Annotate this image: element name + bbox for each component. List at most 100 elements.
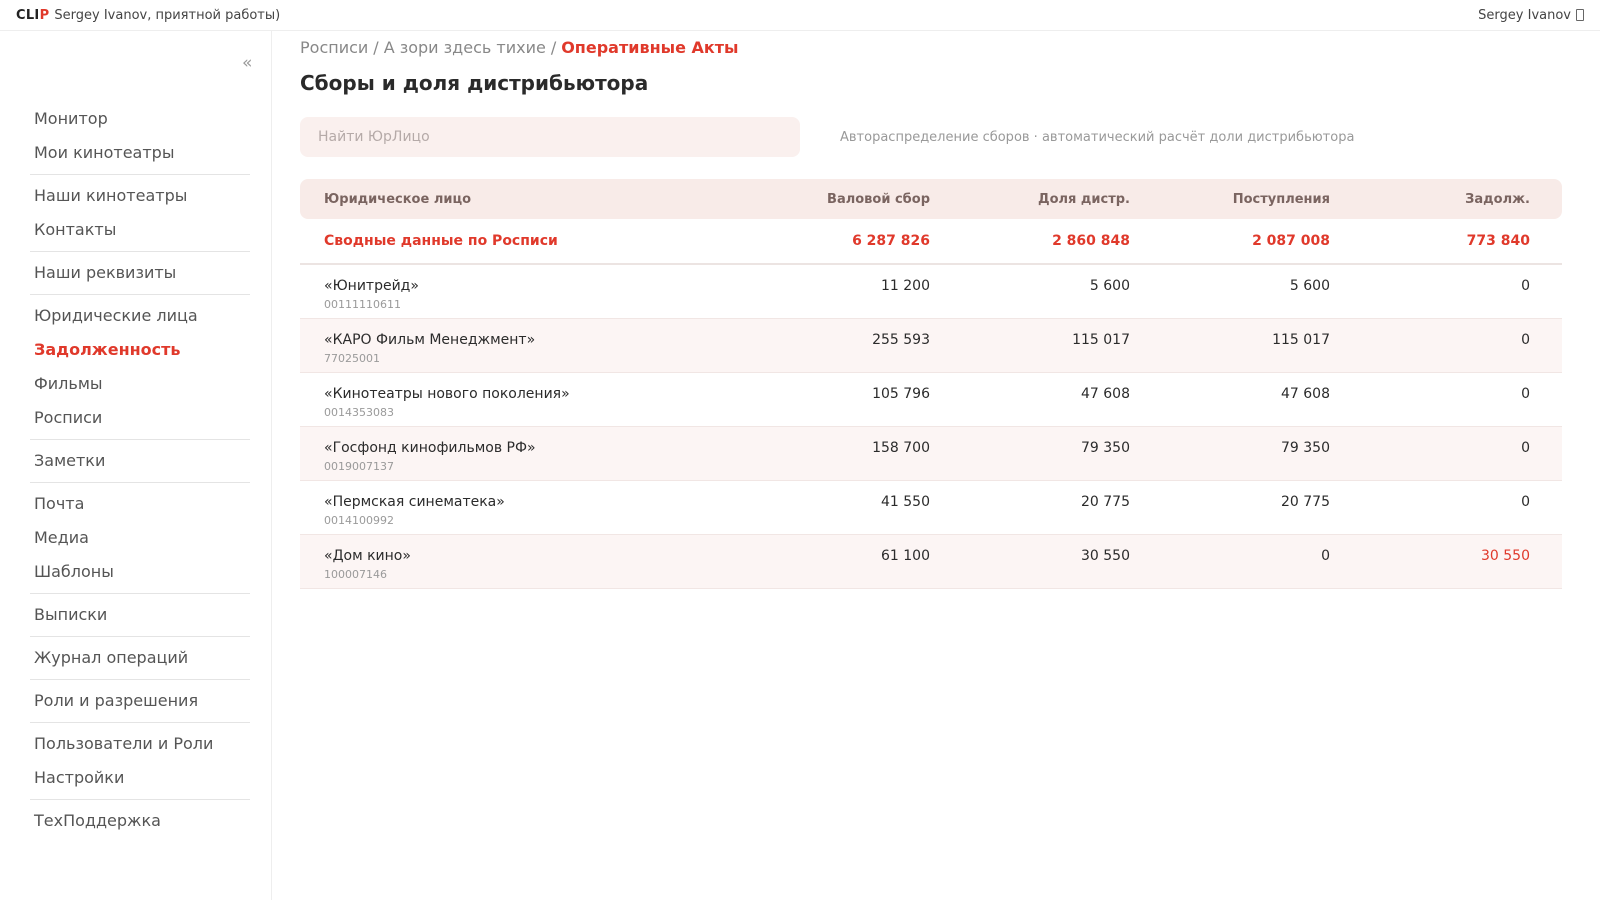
nav-group: Журнал операций — [30, 637, 250, 680]
gross-cell: 41 550 — [881, 494, 930, 510]
user-name: Sergey Ivanov — [1478, 7, 1571, 23]
received-cell: 47 608 — [1281, 386, 1330, 402]
summary-debt: 773 840 — [1466, 233, 1530, 249]
entity-cell: «Госфонд кинофильмов РФ» 0019007137 — [300, 439, 730, 476]
sidebar-item-operations-log[interactable]: Журнал операций — [30, 641, 250, 675]
entity-name[interactable]: «Кинотеатры нового поколения» — [324, 385, 730, 403]
sidebar-item-monitor[interactable]: Монитор — [30, 102, 250, 136]
sidebar: « Монитор Мои кинотеатры Наши кинотеатры… — [0, 31, 272, 900]
entity-name[interactable]: «Госфонд кинофильмов РФ» — [324, 439, 730, 457]
summary-gross: 6 287 826 — [852, 233, 930, 249]
nav-group: Пользователи и Роли Настройки — [30, 723, 250, 800]
user-menu[interactable]: Sergey Ivanov — [1478, 8, 1584, 23]
sidebar-item-tech-support[interactable]: ТехПоддержка — [30, 804, 250, 838]
nav-group: Юридические лица Задолженность Фильмы Ро… — [30, 295, 250, 440]
table-row[interactable]: «Госфонд кинофильмов РФ» 0019007137 158 … — [300, 427, 1562, 481]
entity-code: 0014100992 — [324, 514, 394, 527]
user-icon — [1576, 9, 1584, 21]
table-row[interactable]: «Юнитрейд» 00111110611 11 200 5 600 5 60… — [300, 265, 1562, 319]
sidebar-item-debt[interactable]: Задолженность — [30, 333, 250, 367]
entity-cell: «КАРО Фильм Менеджмент» 77025001 — [300, 331, 730, 368]
collapse-sidebar-icon[interactable]: « — [242, 53, 252, 73]
nav-group: Выписки — [30, 594, 250, 637]
entity-code: 0014353083 — [324, 406, 394, 419]
summary-share: 2 860 848 — [1052, 233, 1130, 249]
column-header-debt[interactable]: Задолж. — [1330, 192, 1550, 207]
received-cell: 79 350 — [1281, 440, 1330, 456]
nav-group: ТехПоддержка — [30, 800, 250, 842]
sidebar-item-contacts[interactable]: Контакты — [30, 213, 250, 247]
table-row[interactable]: «Пермская синематека» 0014100992 41 550 … — [300, 481, 1562, 535]
debt-cell: 0 — [1521, 332, 1530, 348]
column-header-share[interactable]: Доля дистр. — [930, 192, 1130, 207]
entity-code: 77025001 — [324, 352, 380, 365]
summary-row: Сводные данные по Росписи 6 287 826 2 86… — [300, 219, 1562, 265]
table-header: Юридическое лицо Валовой сбор Доля дистр… — [300, 179, 1562, 219]
column-header-gross[interactable]: Валовой сбор — [730, 192, 930, 207]
greeting-text: Sergey Ivanov, приятной работы) — [54, 7, 281, 23]
debt-cell: 0 — [1521, 278, 1530, 294]
sidebar-item-roles-permissions[interactable]: Роли и разрешения — [30, 684, 250, 718]
sidebar-item-my-cinemas[interactable]: Мои кинотеатры — [30, 136, 250, 170]
app-logo[interactable]: CLIP — [16, 8, 49, 23]
breadcrumb-item-film[interactable]: А зори здесь тихие — [384, 38, 546, 57]
revenue-table: Юридическое лицо Валовой сбор Доля дистр… — [300, 179, 1562, 589]
sidebar-item-templates[interactable]: Шаблоны — [30, 555, 250, 589]
entity-code: 00111110611 — [324, 298, 401, 311]
sidebar-item-notes[interactable]: Заметки — [30, 444, 250, 478]
main-content: Росписи / А зори здесь тихие / Оперативные А… — [300, 31, 1562, 589]
sidebar-item-settings[interactable]: Настройки — [30, 761, 250, 795]
breadcrumb-item-schedules[interactable]: Росписи — [300, 38, 368, 57]
entity-name[interactable]: «Юнитрейд» — [324, 277, 730, 295]
entity-cell: «Юнитрейд» 00111110611 — [300, 277, 730, 314]
table-row[interactable]: «Кинотеатры нового поколения» 0014353083… — [300, 373, 1562, 427]
gross-cell: 11 200 — [881, 278, 930, 294]
page-title: Сборы и доля дистрибьютора — [300, 71, 649, 95]
nav-group: Заметки — [30, 440, 250, 483]
share-cell: 47 608 — [1081, 386, 1130, 402]
sidebar-nav: Монитор Мои кинотеатры Наши кинотеатры К… — [30, 102, 250, 842]
sidebar-item-schedules[interactable]: Росписи — [30, 401, 250, 435]
debt-cell: 0 — [1521, 386, 1530, 402]
share-cell: 115 017 — [1072, 332, 1130, 348]
sidebar-item-media[interactable]: Медиа — [30, 521, 250, 555]
summary-received: 2 087 008 — [1252, 233, 1330, 249]
summary-label: Сводные данные по Росписи — [324, 233, 558, 249]
debt-cell: 30 550 — [1481, 548, 1530, 564]
nav-group: Роли и разрешения — [30, 680, 250, 723]
entity-cell: «Кинотеатры нового поколения» 0014353083 — [300, 385, 730, 422]
sidebar-item-legal-entities[interactable]: Юридические лица — [30, 299, 250, 333]
entity-code: 100007146 — [324, 568, 387, 581]
entity-cell: «Дом кино» 100007146 — [300, 547, 730, 584]
received-cell: 20 775 — [1281, 494, 1330, 510]
table-row[interactable]: «Дом кино» 100007146 61 100 30 550 0 30 … — [300, 535, 1562, 589]
entity-cell: «Пермская синематека» 0014100992 — [300, 493, 730, 530]
table-row[interactable]: «КАРО Фильм Менеджмент» 77025001 255 593… — [300, 319, 1562, 373]
entity-code: 0019007137 — [324, 460, 394, 473]
share-cell: 30 550 — [1081, 548, 1130, 564]
sidebar-item-our-requisites[interactable]: Наши реквизиты — [30, 256, 250, 290]
debt-cell: 0 — [1521, 494, 1530, 510]
sidebar-item-our-cinemas[interactable]: Наши кинотеатры — [30, 179, 250, 213]
sidebar-item-films[interactable]: Фильмы — [30, 367, 250, 401]
entity-name[interactable]: «Дом кино» — [324, 547, 730, 565]
column-header-entity[interactable]: Юридическое лицо — [300, 192, 730, 207]
breadcrumb-current: Оперативные Акты — [561, 38, 739, 57]
column-header-received[interactable]: Поступления — [1130, 192, 1330, 207]
gross-cell: 255 593 — [872, 332, 930, 348]
auto-distribution-hint: Автораспределение сборов · автоматически… — [840, 129, 1355, 145]
toolbar: Автораспределение сборов · автоматически… — [300, 117, 1562, 157]
entity-name[interactable]: «Пермская синематека» — [324, 493, 730, 511]
sidebar-item-users-roles[interactable]: Пользователи и Роли — [30, 727, 250, 761]
debt-cell: 0 — [1521, 440, 1530, 456]
sidebar-item-statements[interactable]: Выписки — [30, 598, 250, 632]
search-input[interactable] — [300, 117, 800, 157]
nav-group: Монитор Мои кинотеатры — [30, 102, 250, 175]
gross-cell: 105 796 — [872, 386, 930, 402]
received-cell: 0 — [1321, 548, 1330, 564]
gross-cell: 158 700 — [872, 440, 930, 456]
share-cell: 79 350 — [1081, 440, 1130, 456]
nav-group: Почта Медиа Шаблоны — [30, 483, 250, 594]
entity-name[interactable]: «КАРО Фильм Менеджмент» — [324, 331, 730, 349]
sidebar-item-mail[interactable]: Почта — [30, 487, 250, 521]
